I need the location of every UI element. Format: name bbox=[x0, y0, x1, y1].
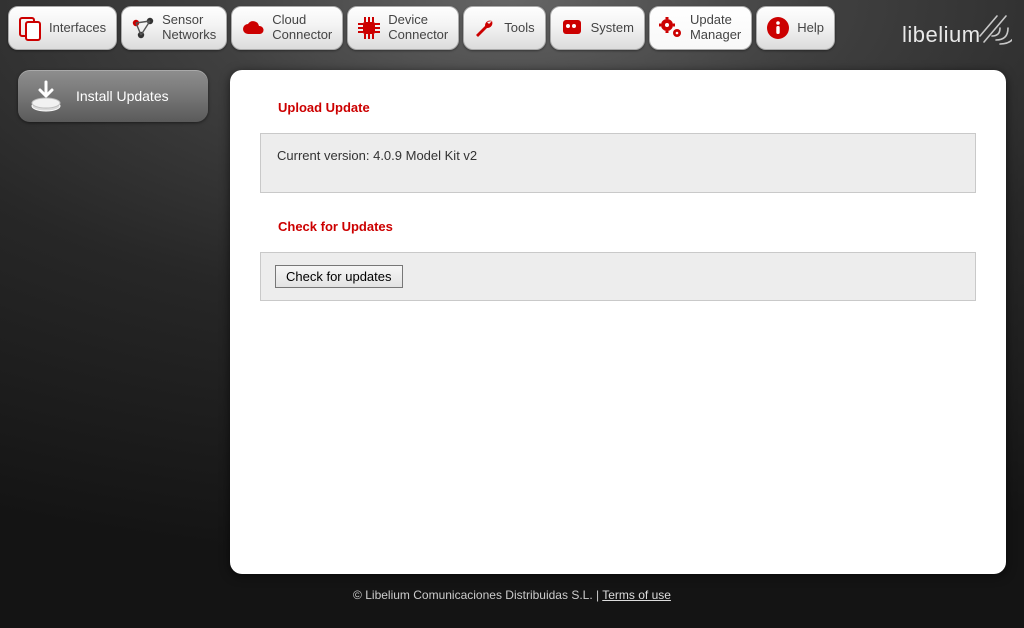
interfaces-icon bbox=[17, 15, 43, 41]
nav-interfaces[interactable]: Interfaces bbox=[8, 6, 117, 50]
section-title-check: Check for Updates bbox=[278, 219, 976, 234]
section-title-upload: Upload Update bbox=[278, 100, 976, 115]
nav-label: Help bbox=[797, 21, 824, 36]
footer-terms-link[interactable]: Terms of use bbox=[602, 588, 671, 602]
nav-label: Sensor Networks bbox=[162, 13, 216, 43]
main-area: Install Updates Upload Update Current ve… bbox=[0, 56, 1024, 574]
info-icon bbox=[765, 15, 791, 41]
footer-copyright: © Libelium Comunicaciones Distribuidas S… bbox=[353, 588, 593, 602]
nav-system[interactable]: System bbox=[550, 6, 645, 50]
nav-label: Device Connector bbox=[388, 13, 448, 43]
current-version-panel: Current version: 4.0.9 Model Kit v2 bbox=[260, 133, 976, 193]
nav-label: Update Manager bbox=[690, 13, 741, 43]
sidebar-install-updates[interactable]: Install Updates bbox=[18, 70, 208, 122]
nav-sensor-networks[interactable]: Sensor Networks bbox=[121, 6, 227, 50]
current-version-text: Current version: 4.0.9 Model Kit v2 bbox=[277, 148, 477, 163]
brand-text: libelium bbox=[902, 22, 981, 47]
brand-logo: libelium bbox=[902, 6, 1016, 50]
check-for-updates-button[interactable]: Check for updates bbox=[275, 265, 403, 288]
nav-tools[interactable]: Tools bbox=[463, 6, 545, 50]
nav-cloud-connector[interactable]: Cloud Connector bbox=[231, 6, 343, 50]
check-updates-panel: Check for updates bbox=[260, 252, 976, 301]
chip-icon bbox=[356, 15, 382, 41]
sensor-networks-icon bbox=[130, 15, 156, 41]
nav-device-connector[interactable]: Device Connector bbox=[347, 6, 459, 50]
nav-label: Tools bbox=[504, 21, 534, 36]
gears-icon bbox=[658, 15, 684, 41]
sidebar: Install Updates bbox=[18, 70, 208, 574]
content-panel: Upload Update Current version: 4.0.9 Mod… bbox=[230, 70, 1006, 574]
footer-separator: | bbox=[593, 588, 603, 602]
system-icon bbox=[559, 15, 585, 41]
footer: © Libelium Comunicaciones Distribuidas S… bbox=[0, 574, 1024, 602]
wrench-icon bbox=[472, 15, 498, 41]
nav-update-manager[interactable]: Update Manager bbox=[649, 6, 752, 50]
nav-label: Cloud Connector bbox=[272, 13, 332, 43]
sidebar-item-label: Install Updates bbox=[76, 88, 169, 104]
nav-label: System bbox=[591, 21, 634, 36]
install-updates-icon bbox=[26, 76, 66, 116]
top-nav: Interfaces Sensor Networks Cloud Connect… bbox=[0, 0, 1024, 56]
nav-help[interactable]: Help bbox=[756, 6, 835, 50]
nav-label: Interfaces bbox=[49, 21, 106, 36]
cloud-icon bbox=[240, 15, 266, 41]
